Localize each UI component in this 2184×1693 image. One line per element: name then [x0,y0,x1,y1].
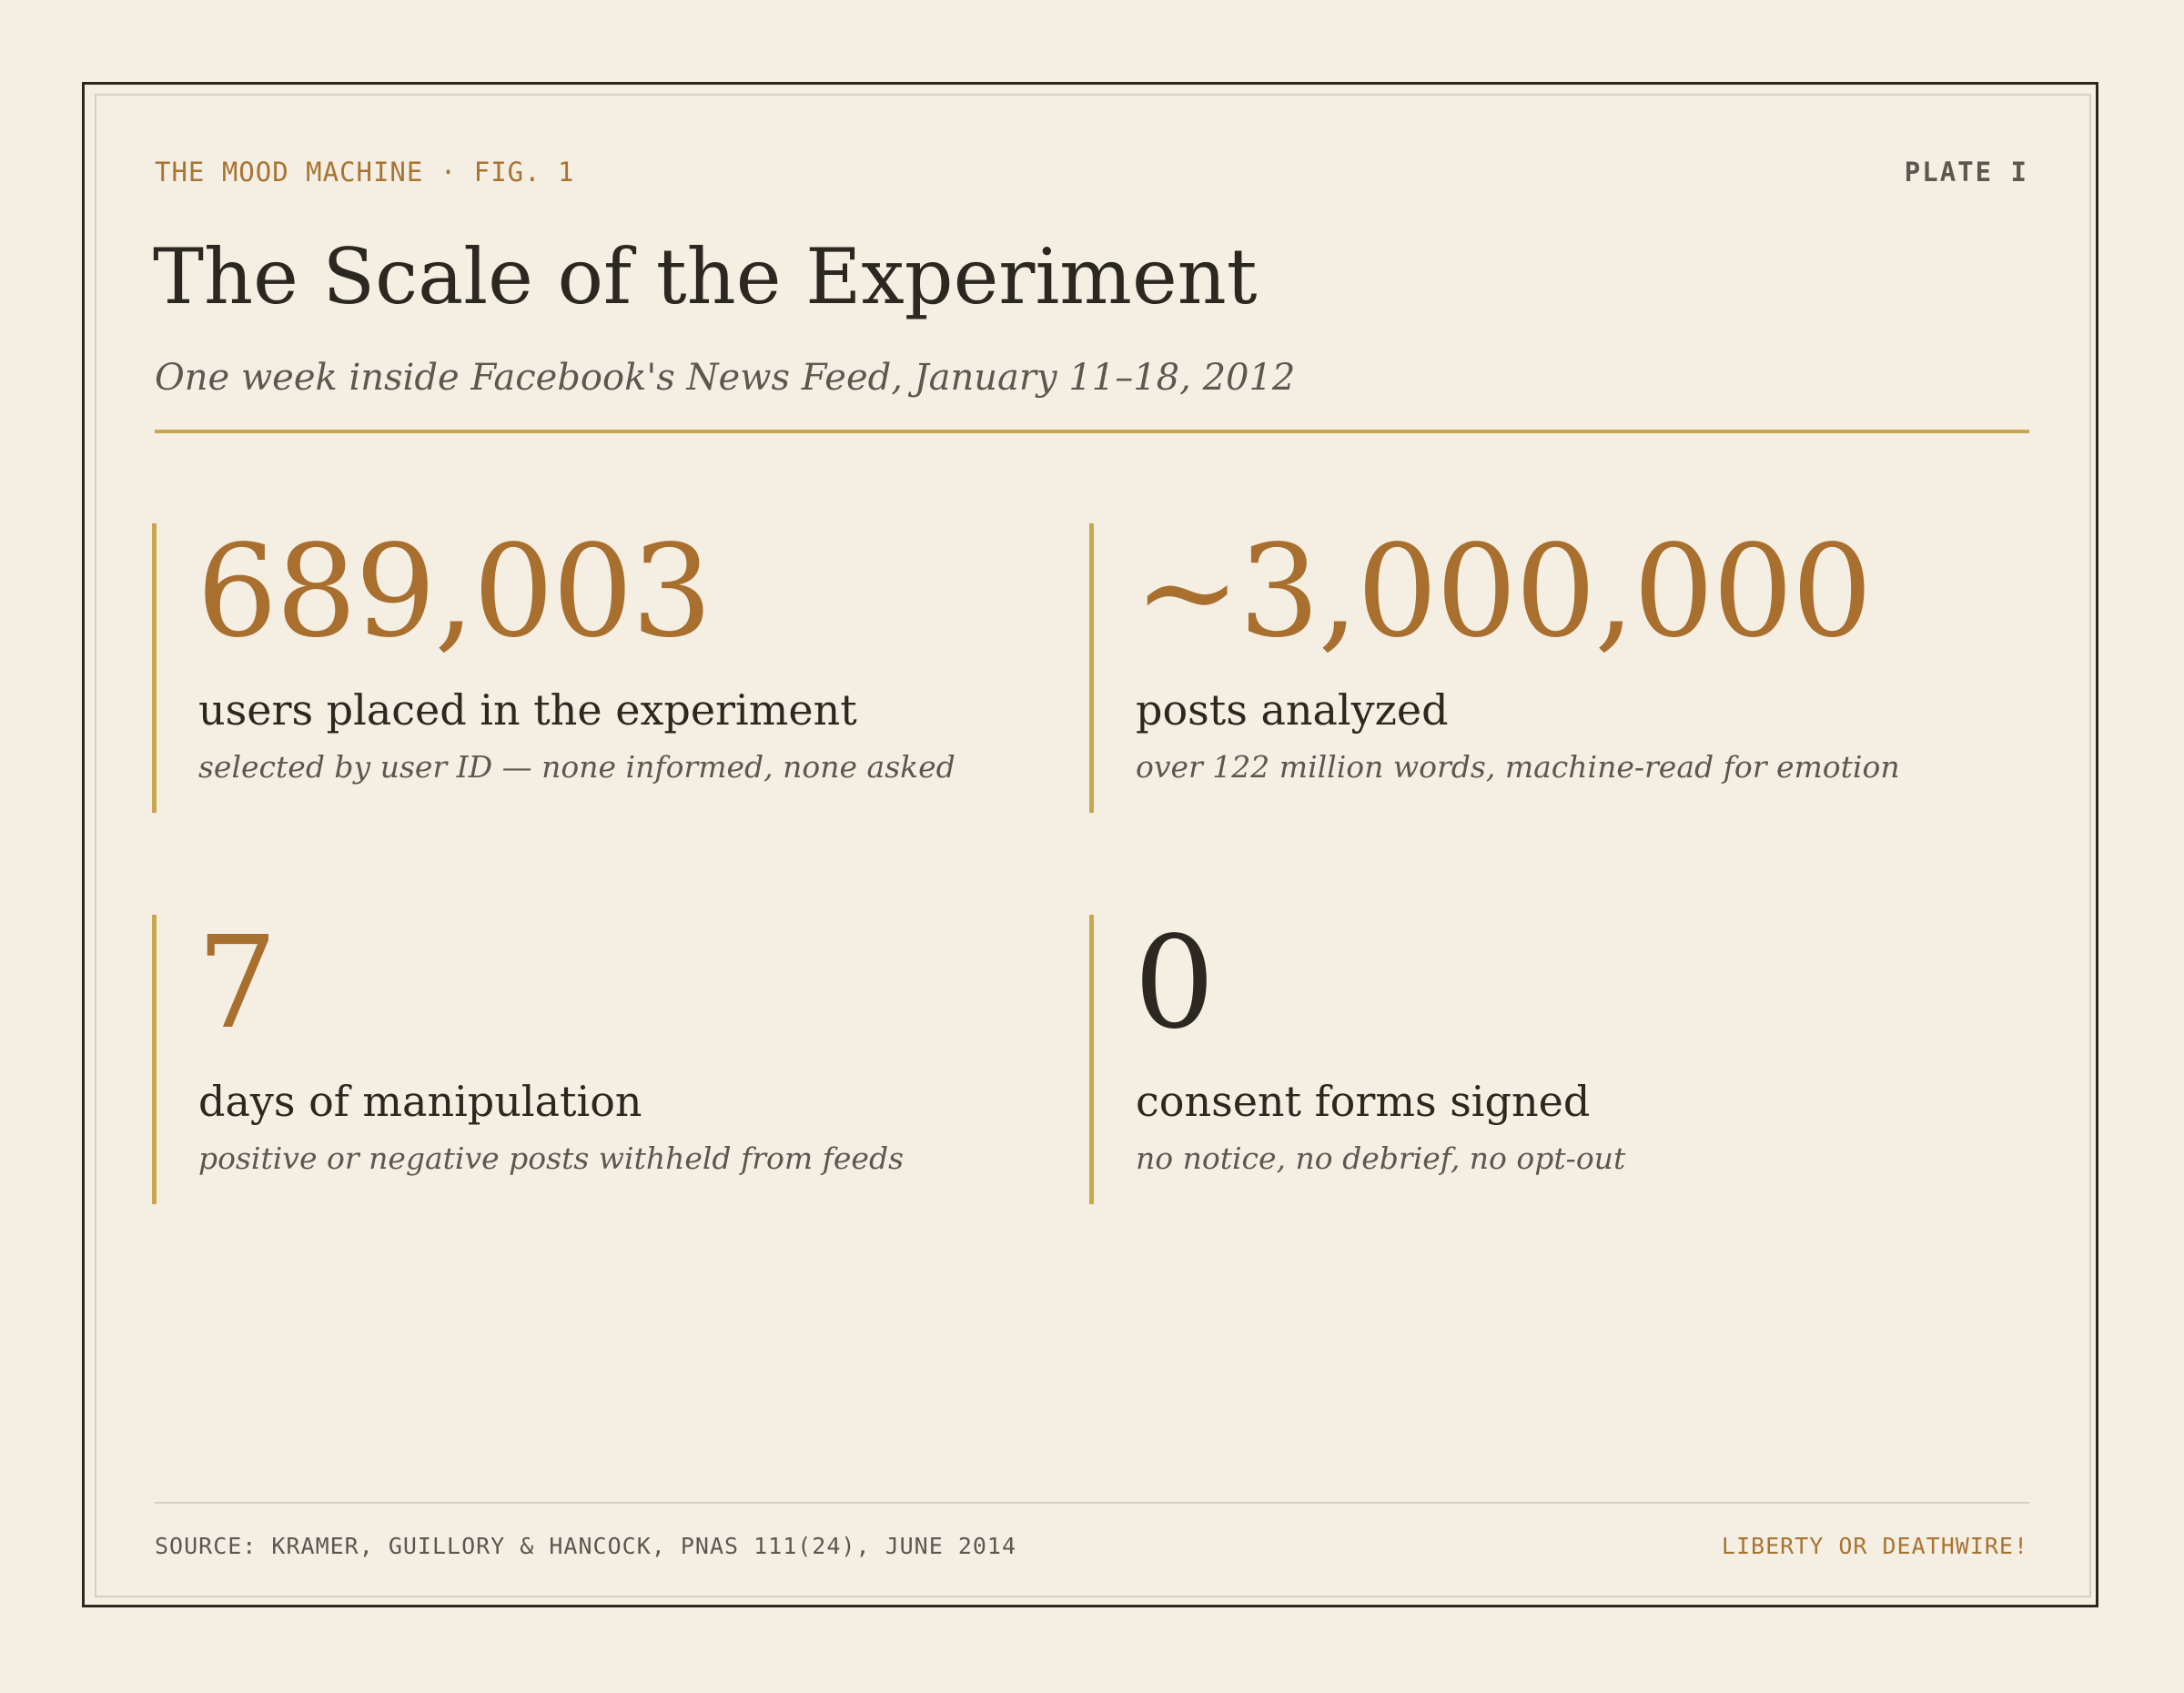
page-subtitle: One week inside Facebook's News Feed, Ja… [155,357,1296,399]
plate-label: PLATE I [1904,157,2028,188]
stat-note: positive or negative posts withheld from… [198,1140,905,1176]
footer-divider [155,1502,2029,1504]
stat-value: 689,003 [197,518,713,666]
stat-note: selected by user ID — none informed, non… [198,749,956,785]
stat-card-consent: 0 consent forms signed no notice, no deb… [1089,915,1963,1204]
stat-card-users: 689,003 users placed in the experiment s… [152,523,1026,813]
page-title: The Scale of the Experiment [153,232,1258,321]
stat-label: posts analyzed [1136,685,1449,735]
source-citation: SOURCE: KRAMER, GUILLORY & HANCOCK, PNAS… [155,1533,1017,1559]
stat-card-posts: ~3,000,000 posts analyzed over 122 milli… [1089,523,1963,813]
stat-label: days of manipulation [198,1077,642,1126]
stat-label: consent forms signed [1136,1077,1591,1126]
stat-note: over 122 million words, machine-read for… [1136,749,1900,785]
stat-note: no notice, no debrief, no opt-out [1136,1140,1626,1176]
stat-card-days: 7 days of manipulation positive or negat… [152,915,1026,1204]
title-divider [155,430,2029,433]
stat-label: users placed in the experiment [198,685,857,735]
figure-kicker: THE MOOD MACHINE · FIG. 1 [155,157,575,188]
stat-value: 7 [197,909,278,1058]
stat-value: 0 [1134,909,1215,1058]
publication-brand: LIBERTY OR DEATHWIRE! [1721,1533,2028,1559]
stat-value: ~3,000,000 [1134,518,1873,666]
